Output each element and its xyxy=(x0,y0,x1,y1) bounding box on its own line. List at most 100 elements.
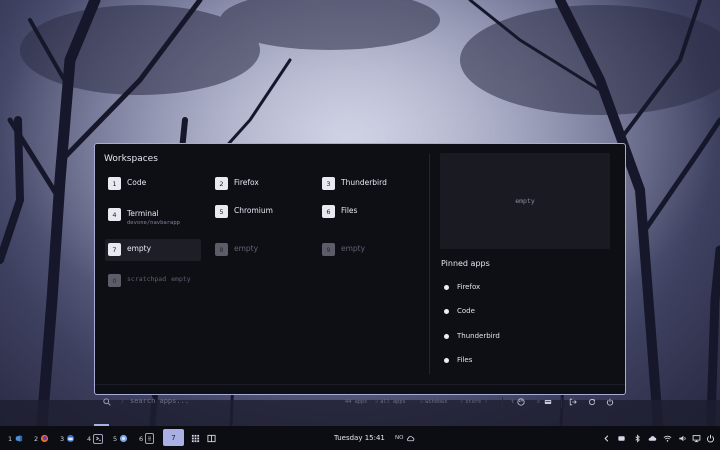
launcher-panel: Workspaces 1 Code 2 Firefox 3 Thunderbir… xyxy=(94,143,626,408)
pinned-app-firefox[interactable]: Firefox xyxy=(444,283,480,291)
workspace-name: Thunderbird xyxy=(341,178,387,187)
shortcut-key: w xyxy=(420,399,424,405)
logout-button[interactable] xyxy=(568,397,578,407)
keyboard-layout[interactable]: NO xyxy=(395,435,403,441)
restart-button[interactable] xyxy=(587,397,597,407)
taskbar-workspace-4[interactable]: 4 xyxy=(87,432,104,445)
taskbar-workspace-5[interactable]: 5 xyxy=(113,432,128,445)
clock[interactable]: Tuesday 15:41 xyxy=(334,434,385,442)
toolbar-separator xyxy=(502,397,503,408)
workspace-name: Code xyxy=(127,178,147,187)
external-arrow-icon: › xyxy=(481,399,488,405)
workspace-7[interactable]: 7 empty xyxy=(105,239,201,261)
bullet-icon xyxy=(444,308,449,314)
workspace-5[interactable]: 5 Chromium xyxy=(215,205,311,227)
pinned-apps-heading: Pinned apps xyxy=(441,259,490,268)
pinned-app-label: Firefox xyxy=(457,283,481,291)
search-icon xyxy=(103,398,111,406)
pinned-app-files[interactable]: Files xyxy=(444,356,472,364)
workspace-number: 0 xyxy=(108,274,121,287)
workspace-6[interactable]: 6 Files xyxy=(322,205,418,227)
power-icon xyxy=(606,398,614,406)
shortcut-key: c xyxy=(537,399,541,405)
bullet-icon xyxy=(444,357,449,363)
volume-icon xyxy=(678,435,686,441)
taskbar-workspace-2[interactable]: 2 xyxy=(34,432,49,445)
preview-label: empty xyxy=(515,197,535,205)
grid-icon xyxy=(191,434,199,442)
bluetooth-button[interactable] xyxy=(631,432,643,444)
store-button[interactable]: s store › xyxy=(460,399,488,405)
workspace-number: 5 xyxy=(215,205,228,218)
workspace-number: 6 xyxy=(322,205,335,218)
power-menu-button[interactable] xyxy=(704,432,716,444)
workspace-name: scratchpad xyxy=(127,275,167,283)
layout-icon xyxy=(206,434,216,442)
workspace-scratchpad[interactable]: 0 scratchpad empty xyxy=(108,274,308,296)
cloud-icon xyxy=(406,435,414,441)
shortcut-key: t xyxy=(511,399,515,405)
app-grid-button[interactable] xyxy=(189,432,201,444)
volume-button[interactable] xyxy=(676,432,688,444)
bullet-icon xyxy=(444,333,449,339)
pinned-app-code[interactable]: Code xyxy=(444,307,475,315)
apps-count: 44 apps xyxy=(345,399,368,405)
windows-label: windows xyxy=(425,399,448,405)
workspace-number: 7 xyxy=(108,243,121,256)
search-input[interactable]: search apps... xyxy=(130,397,189,405)
workspace-number: 1 xyxy=(108,177,121,190)
power-button[interactable] xyxy=(605,397,615,407)
workspace-name: empty xyxy=(341,244,366,253)
workspace-number: 4 xyxy=(108,208,121,221)
pinned-app-thunderbird[interactable]: Thunderbird xyxy=(444,332,500,340)
workspace-4[interactable]: 4 Terminal devone/navbarapp xyxy=(108,208,204,230)
workspace-window-title: devone/navbarapp xyxy=(127,220,180,226)
workspace-number: 8 xyxy=(215,243,228,256)
clipboard-button[interactable] xyxy=(543,397,553,407)
window-preview: empty xyxy=(440,153,610,249)
workspace-number: 2 xyxy=(215,177,228,190)
messages-button[interactable] xyxy=(615,432,627,444)
restart-icon xyxy=(588,398,596,406)
keyboard-icon xyxy=(544,400,552,404)
taskbar-workspace-3[interactable]: 3 xyxy=(60,432,75,445)
workspace-name: Firefox xyxy=(234,178,259,187)
taskbar-workspace-1[interactable]: 1 xyxy=(8,432,23,445)
workspace-name: empty xyxy=(234,244,259,253)
wifi-button[interactable] xyxy=(661,432,673,444)
taskbar-workspace-number: 6 xyxy=(139,434,144,443)
display-button[interactable] xyxy=(690,432,702,444)
cloud-sync-icon xyxy=(648,435,656,441)
workspaces-heading: Workspaces xyxy=(104,154,158,164)
taskbar: 1 2 3 4 5 6 7 Tuesday 15:41 NO xyxy=(0,426,720,450)
taskbar-workspace-number: 3 xyxy=(60,434,65,443)
column-divider xyxy=(429,154,430,374)
firefox-icon xyxy=(40,434,49,443)
terminal-icon xyxy=(93,433,104,444)
workspace-name: Chromium xyxy=(234,206,273,215)
power-icon xyxy=(706,434,714,442)
files-icon xyxy=(145,433,155,444)
windows-button[interactable]: w windows xyxy=(420,399,448,405)
message-icon xyxy=(617,435,625,441)
wifi-icon xyxy=(663,435,671,442)
workspace-9[interactable]: 9 empty xyxy=(322,243,418,265)
workspace-1[interactable]: 1 Code xyxy=(108,177,204,199)
chromium-icon xyxy=(119,434,128,443)
layout-button[interactable] xyxy=(205,432,217,444)
palette-button[interactable] xyxy=(516,397,526,407)
workspace-8[interactable]: 8 empty xyxy=(215,243,311,265)
thunderbird-icon xyxy=(66,434,75,443)
workspace-name: Terminal xyxy=(127,209,159,218)
all-apps-button[interactable]: a all apps xyxy=(375,399,406,405)
weather-button[interactable] xyxy=(404,432,416,444)
taskbar-workspace-number: 1 xyxy=(8,434,13,443)
workspace-2[interactable]: 2 Firefox xyxy=(215,177,311,199)
bluetooth-icon xyxy=(634,433,640,443)
taskbar-workspace-number: 5 xyxy=(113,434,118,443)
cloud-sync-button[interactable] xyxy=(646,432,658,444)
tray-expand-button[interactable] xyxy=(600,432,612,444)
workspace-3[interactable]: 3 Thunderbird xyxy=(322,177,418,199)
taskbar-workspace-6[interactable]: 6 xyxy=(139,432,155,445)
taskbar-workspace-7[interactable]: 7 xyxy=(163,429,184,446)
